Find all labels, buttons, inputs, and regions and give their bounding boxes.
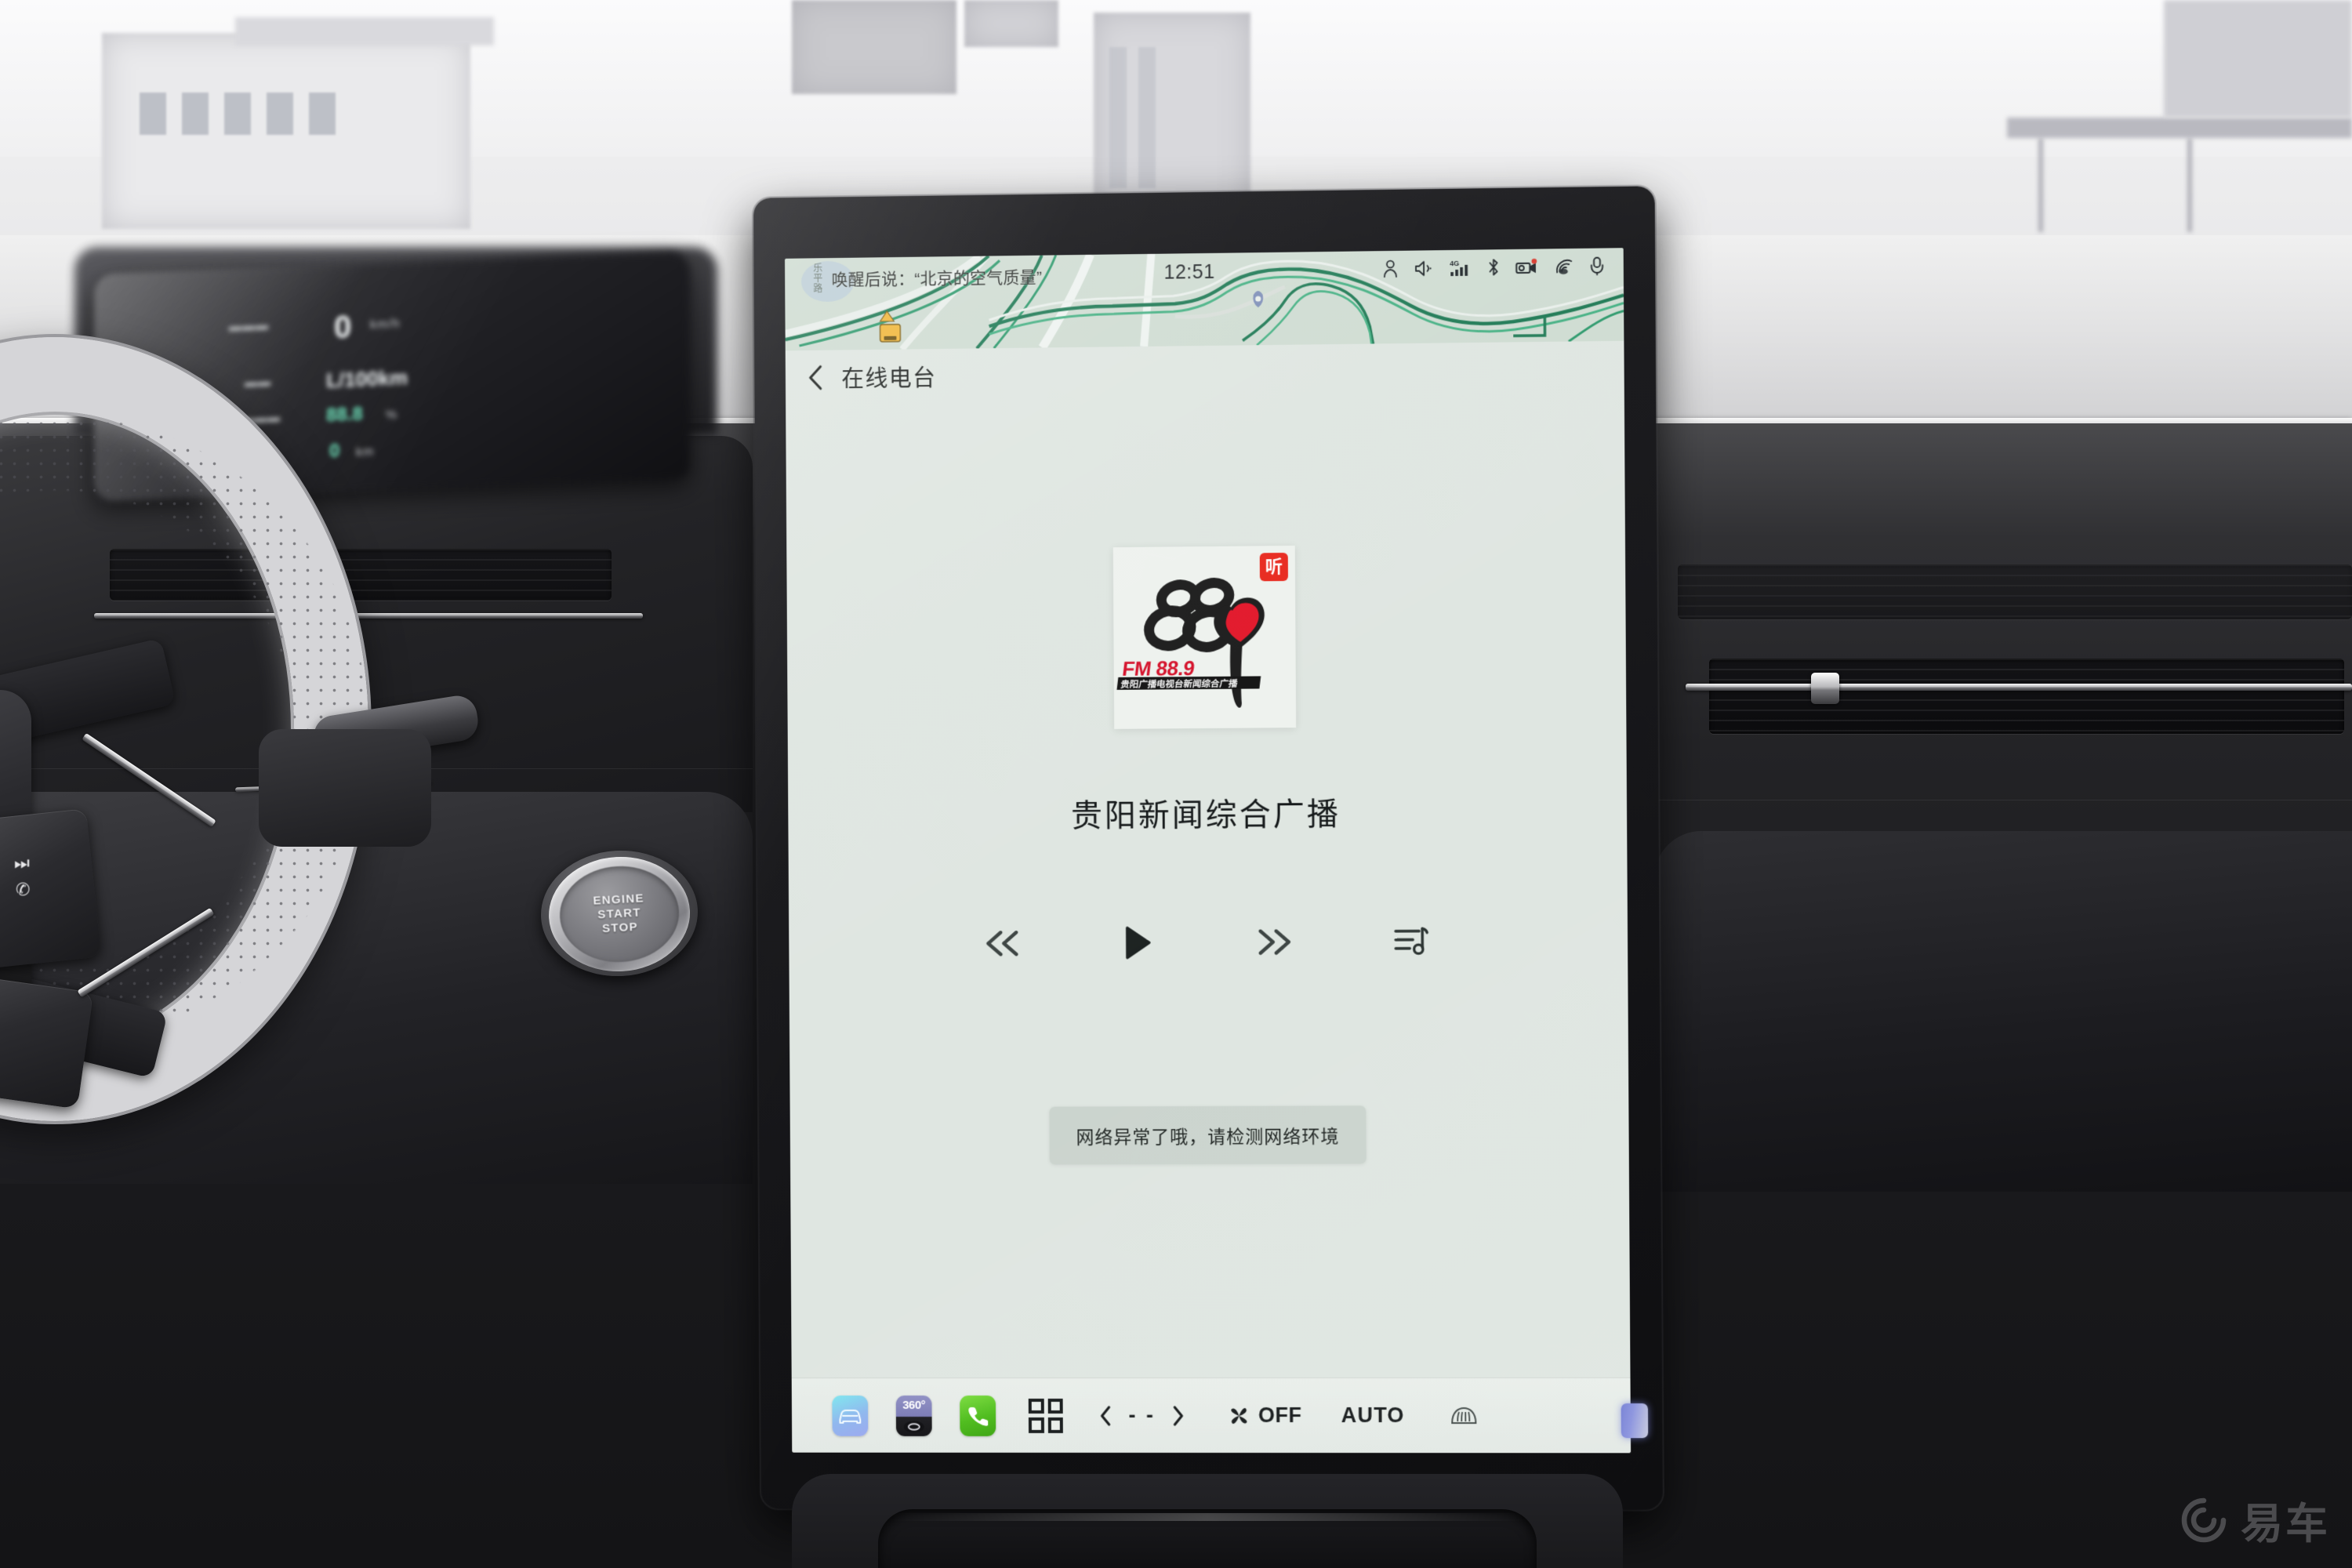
hvac-fan-status: OFF: [1258, 1403, 1302, 1428]
back-chevron-icon[interactable]: [806, 365, 826, 391]
network-error-toast: 网络异常了哦，请检测网络环境: [1049, 1105, 1367, 1165]
status-clock: 12:51: [1163, 260, 1215, 284]
car-icon: [837, 1405, 863, 1425]
dashcam-icon[interactable]: [1515, 257, 1539, 276]
station-album-art[interactable]: FM 88.9 贵阳广播电视台新闻综合广播 听: [1112, 545, 1297, 729]
page-header: 在线电台: [786, 341, 1624, 405]
background-canopy-poles: [2038, 138, 2043, 232]
center-touchscreen-bezel: 乐平路 唤醒后说：“北京的空气质量” 12:51 4G 在线电台 FM 88.9…: [753, 186, 1663, 1510]
building-window: [267, 93, 293, 135]
station-name: 贵阳新闻综合广播: [1070, 797, 1341, 834]
fast-forward-icon[interactable]: [1254, 927, 1296, 956]
volume-icon[interactable]: [1414, 259, 1435, 278]
next-button[interactable]: [1250, 917, 1299, 966]
steering-column-shroud: [259, 729, 431, 847]
page-title: 在线电台: [841, 365, 937, 393]
station-fm-frequency: FM 88.9: [1121, 656, 1196, 681]
building-window: [309, 93, 336, 135]
dock-app-all-apps[interactable]: [1024, 1398, 1068, 1433]
microphone-icon[interactable]: [1589, 256, 1604, 276]
building-window: [182, 93, 209, 135]
background-canopy-poles: [2187, 138, 2192, 232]
dashboard-lower-right-panel: [1654, 831, 2352, 1192]
grid-apps-icon: [1028, 1398, 1063, 1433]
play-icon[interactable]: [1121, 924, 1156, 960]
rear-defrost-icon[interactable]: [1449, 1404, 1479, 1428]
svg-text:4G: 4G: [1450, 259, 1459, 267]
user-profile-icon[interactable]: [1382, 259, 1399, 278]
building-window: [1109, 47, 1127, 188]
grid-square: [1047, 1417, 1063, 1433]
navigation-map-strip[interactable]: 乐平路 唤醒后说：“北京的空气质量” 12:51 4G: [785, 248, 1624, 351]
building-window: [224, 93, 251, 135]
chevron-right-icon[interactable]: [1171, 1405, 1185, 1427]
phone-icon: [968, 1406, 989, 1426]
camera-360-label: 360°: [902, 1398, 926, 1412]
phone-icon[interactable]: ✆: [16, 880, 30, 900]
vent-fins: [1678, 564, 2352, 619]
cluster-label: ▬▬▬: [229, 319, 269, 334]
rewind-icon[interactable]: [981, 928, 1023, 958]
cluster-label: km: [356, 445, 375, 459]
playlist-button[interactable]: [1387, 916, 1436, 965]
background-structure: [235, 17, 494, 45]
yiche-circle-logo: [2181, 1497, 2227, 1542]
building-window: [1138, 47, 1156, 188]
hvac-auto-button[interactable]: AUTO: [1341, 1403, 1405, 1428]
play-button[interactable]: [1114, 918, 1163, 967]
engine-button-line3: STOP: [601, 920, 639, 936]
hvac-fan-control[interactable]: OFF: [1228, 1403, 1302, 1428]
air-vent-right: [1709, 659, 2344, 734]
vent-control-knob: [1811, 673, 1839, 704]
radio-player-content: FM 88.9 贵阳广播电视台新闻综合广播 听 贵阳新闻综合广播 网络异常了哦，…: [786, 396, 1631, 1342]
watermark-text: 易车: [2241, 1501, 2330, 1548]
background-building-right-2: [964, 0, 1058, 47]
background-building-right: [792, 0, 956, 94]
media-next-icon[interactable]: ⏭: [14, 853, 30, 873]
center-touchscreen[interactable]: 乐平路 唤醒后说：“北京的空气质量” 12:51 4G 在线电台 FM 88.9…: [785, 248, 1632, 1454]
status-icons: 4G: [1382, 256, 1605, 279]
grid-square: [1028, 1417, 1044, 1433]
background-building-far-right: [2164, 0, 2352, 118]
fan-icon: [1231, 1406, 1247, 1423]
dock-app-camera-360[interactable]: 360°: [895, 1395, 932, 1436]
grid-square: [1047, 1398, 1063, 1414]
signal-4g-icon: 4G: [1450, 259, 1468, 276]
dock-app-phone[interactable]: [960, 1395, 996, 1436]
vent-chrome-trim-right: [1686, 684, 2352, 691]
bottom-dock: 360° - - OFF AUTO: [791, 1377, 1632, 1454]
building-window: [140, 93, 166, 135]
cluster-value: L/100km: [326, 365, 408, 393]
station-fm-subtitle: 贵阳广播电视台新闻综合广播: [1120, 678, 1238, 690]
cluster-gear-indicator: 0: [334, 309, 352, 345]
wifi-hotspot-icon[interactable]: [1554, 257, 1574, 276]
chevron-left-icon[interactable]: [1099, 1405, 1113, 1427]
cluster-range-value: 0: [329, 440, 340, 463]
grid-square: [1028, 1398, 1044, 1414]
playback-controls: [789, 916, 1628, 968]
cluster-label: %: [386, 408, 398, 423]
voice-assistant-hint[interactable]: 唤醒后说：“北京的空气质量”: [832, 265, 1043, 291]
hvac-temperature[interactable]: - -: [1128, 1403, 1156, 1428]
cluster-label: ▬▬: [245, 375, 271, 390]
cluster-battery-value: 88.8: [326, 403, 363, 426]
air-vent-center-right: [1678, 564, 2352, 619]
playlist-music-icon[interactable]: [1392, 924, 1430, 958]
bezel-indicator-led: [1621, 1403, 1649, 1439]
map-warning-marker: [880, 325, 900, 342]
camera-360-icon: [903, 1419, 924, 1433]
console-highlight: [890, 1513, 1525, 1521]
listen-badge: 听: [1259, 553, 1288, 582]
dock-app-vehicle[interactable]: [832, 1395, 869, 1436]
watermark: 易车: [2180, 1489, 2330, 1551]
background-canopy: [2007, 118, 2352, 138]
photo-scene: 0 ▬▬▬ km/h ▬▬ L/100km ▬▬▬▬ 88.8 % ▬▬▬ 0 …: [0, 0, 2352, 1568]
bluetooth-icon[interactable]: [1486, 257, 1500, 277]
hvac-controls: - - OFF AUTO: [1099, 1403, 1479, 1428]
previous-button[interactable]: [978, 919, 1026, 967]
cluster-label: km/h: [370, 317, 401, 332]
vent-fins: [1709, 659, 2344, 734]
